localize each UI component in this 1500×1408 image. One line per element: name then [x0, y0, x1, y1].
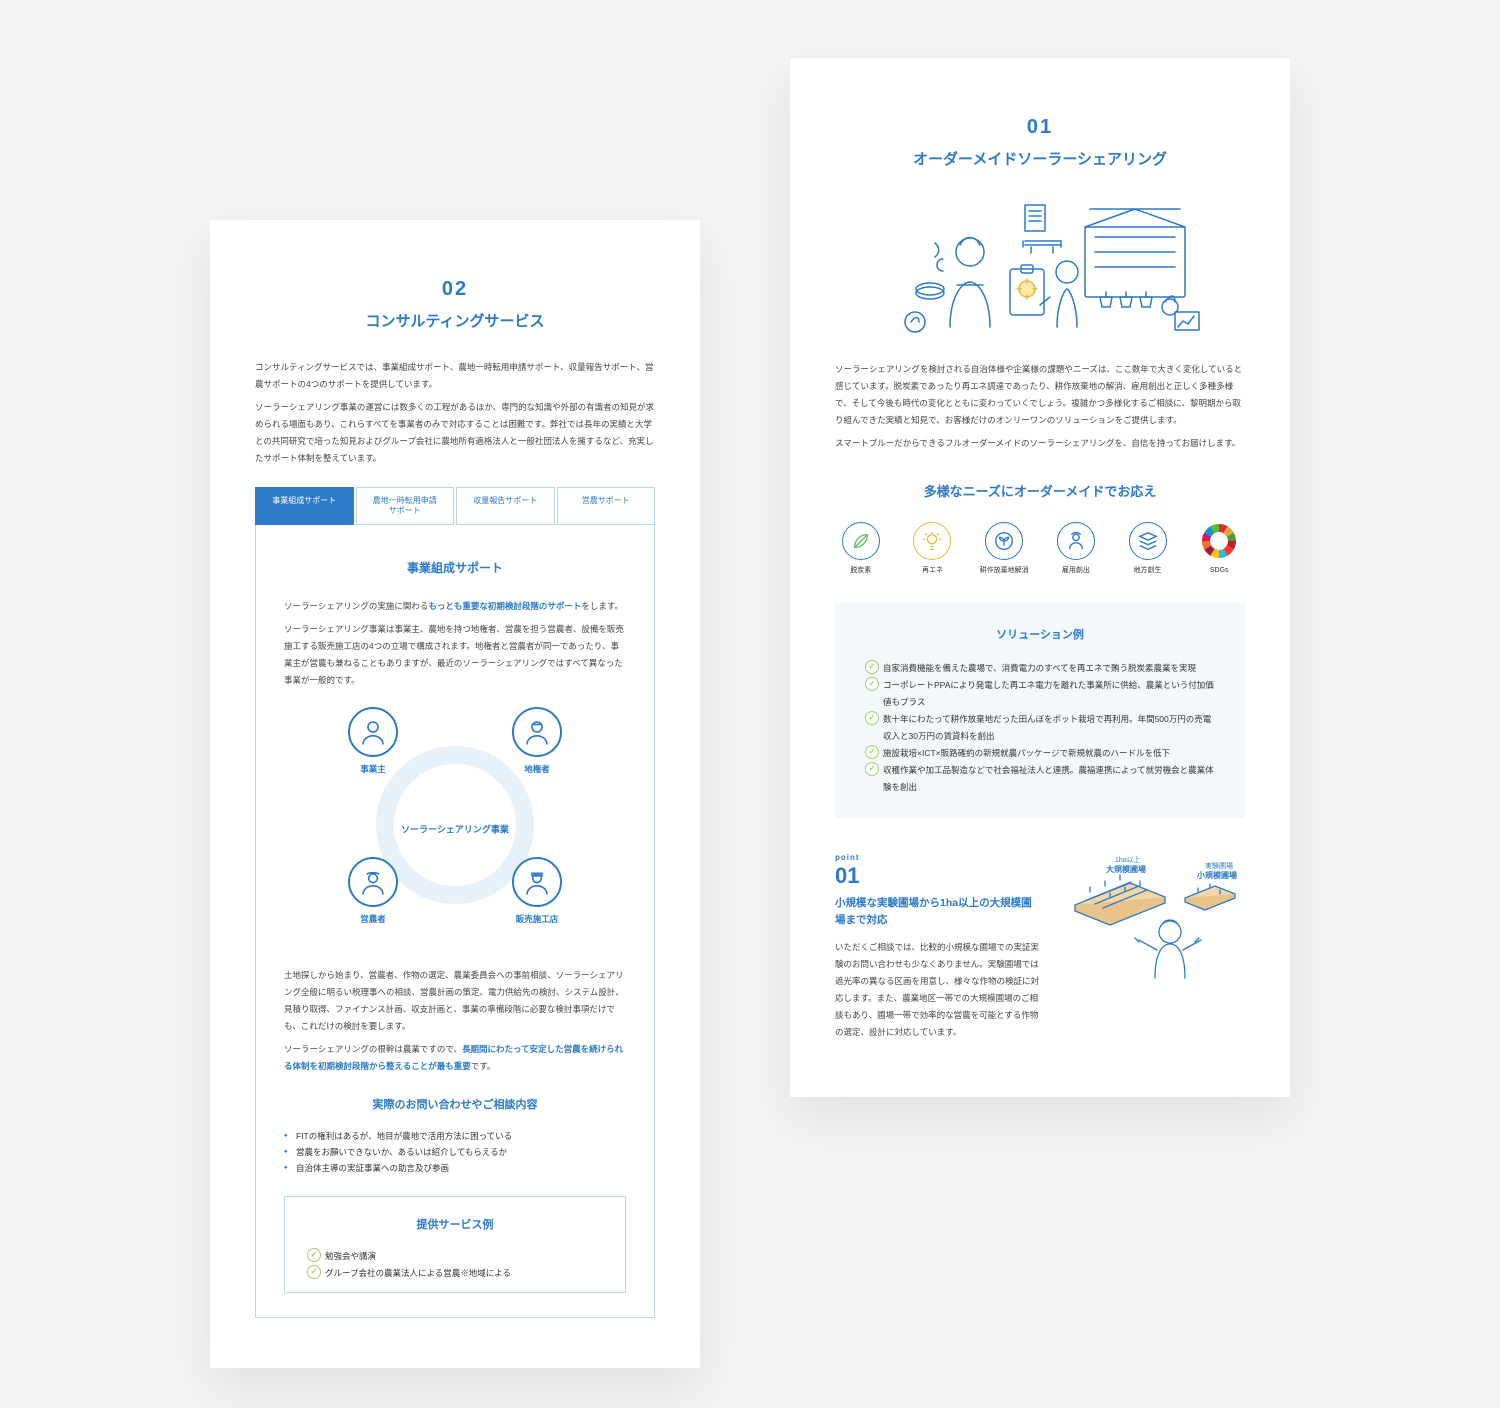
list-item: 自治体主導の実証事業への助言及び参画 — [284, 1160, 626, 1176]
svg-text:小規模圃場: 小規模圃場 — [1196, 870, 1237, 880]
needs-heading: 多様なニーズにオーダーメイドでお応え — [835, 480, 1245, 505]
sprout-icon — [985, 522, 1023, 560]
solutions-title: ソリューション例 — [865, 625, 1215, 646]
node-label: 地権者 — [512, 761, 562, 777]
section-title: コンサルティングサービス — [255, 308, 655, 337]
svg-text:実験圃場: 実験圃場 — [1205, 861, 1233, 870]
intro-paragraph: ソーラーシェアリング事業の運営には数多くの工程があるほか、専門的な知識や外部の有… — [255, 399, 655, 467]
diagram-node-farmer: 営農者 — [348, 857, 398, 927]
solutions-box: ソリューション例 自家消費機能を備えた農場で、消費電力のすべてを再エネで賄う脱炭… — [835, 603, 1245, 818]
person-icon — [348, 707, 398, 757]
need-label: 地方創生 — [1122, 566, 1174, 575]
node-label: 販売施工店 — [512, 911, 562, 927]
person-icon — [512, 857, 562, 907]
solutions-list: 自家消費機能を備えた農場で、消費電力のすべてを再エネで賄う脱炭素農業を実現 コー… — [865, 660, 1215, 796]
tab-farmland-conversion[interactable]: 農地一時転用申請 サポート — [356, 487, 455, 526]
panel-paragraph: ソーラーシェアリング事業は事業主、農地を持つ地権者、営農を担う営農者、設備を販売… — [284, 621, 626, 689]
list-item: 収穫作業や加工品製造などで社会福祉法人と連携。農福連携によって就労機会と農業体験… — [865, 762, 1215, 796]
tab-business-formation[interactable]: 事業組成サポート — [255, 487, 354, 526]
point-number: 01 — [835, 865, 1041, 887]
list-item: コーポレートPPAにより発電した再エネ電力を離れた事業所に供給、農業という付加価… — [865, 677, 1215, 711]
node-label: 事業主 — [348, 761, 398, 777]
leaf-icon — [842, 522, 880, 560]
services-list: 勉強会や講演 グループ会社の農業法人による営農※地域による — [307, 1248, 603, 1282]
intro-paragraph: コンサルティングサービスでは、事業組成サポート、農地一時転用申請サポート、収量報… — [255, 359, 655, 393]
need-regional: 地方創生 — [1122, 522, 1174, 575]
diagram-node-owner: 事業主 — [348, 707, 398, 777]
page-consulting: 02 コンサルティングサービス コンサルティングサービスでは、事業組成サポート、… — [210, 220, 700, 1368]
diagram-center-label: ソーラーシェアリング事業 — [401, 822, 509, 839]
list-item: 施設栽培×ICT×販路確約の新規就農パッケージで新規就農のハードルを低下 — [865, 745, 1215, 762]
panel-title: 事業組成サポート — [284, 557, 626, 580]
services-box: 提供サービス例 勉強会や講演 グループ会社の農業法人による営農※地域による — [284, 1196, 626, 1293]
diagram-node-vendor: 販売施工店 — [512, 857, 562, 927]
need-label: 再エネ — [907, 566, 959, 575]
point-body: いただくご相談では、比較的小規模な圃場での実証実験のお問い合わせも少なくありませ… — [835, 939, 1041, 1041]
layers-icon — [1129, 522, 1167, 560]
support-tabs: 事業組成サポート 農地一時転用申請 サポート 収量報告サポート 営農サポート — [255, 487, 655, 526]
panel-paragraph: ソーラーシェアリングの根幹は農業ですので、長期間にわたって安定した営農を続けられ… — [284, 1041, 626, 1075]
section-number: 01 — [835, 108, 1245, 146]
point-section: point 01 小規模な実験圃場から1ha以上の大規模圃場まで対応 いただくご… — [835, 850, 1245, 1047]
lightbulb-icon — [913, 522, 951, 560]
need-label: 耕作放棄地解消 — [978, 566, 1030, 575]
inquiries-list: FITの権利はあるが、地目が農地で活用方法に困っている 営農をお願いできないか、… — [284, 1128, 626, 1176]
section-number: 02 — [255, 270, 655, 308]
list-item: 自家消費機能を備えた農場で、消費電力のすべてを再エネで賄う脱炭素農業を実現 — [865, 660, 1215, 677]
list-item: 営農をお願いできないか、あるいは紹介してもらえるか — [284, 1144, 626, 1160]
need-sdgs: SDGs — [1193, 522, 1245, 575]
sdgs-wheel-icon — [1200, 522, 1238, 560]
point-title: 小規模な実験圃場から1ha以上の大規模圃場まで対応 — [835, 895, 1041, 929]
person-icon — [1057, 522, 1095, 560]
need-label: 雇用創出 — [1050, 566, 1102, 575]
panel-lead: ソーラーシェアリングの実施に関わるもっとも重要な初期検討段階のサポートをします。 — [284, 598, 626, 615]
point-tag: point — [835, 850, 1041, 865]
need-decarb: 脱炭素 — [835, 522, 887, 575]
node-label: 営農者 — [348, 911, 398, 927]
panel-paragraph: 土地探しから始まり、営農者、作物の選定、農業委員会への事前相談、ソーラーシェアリ… — [284, 967, 626, 1035]
section-title: オーダーメイドソーラーシェアリング — [835, 146, 1245, 175]
tab-farming-support[interactable]: 営農サポート — [557, 487, 656, 526]
intro-paragraph: ソーラーシェアリングを検討される自治体様や企業様の課題やニーズは、ここ数年で大き… — [835, 361, 1245, 429]
list-item: 勉強会や講演 — [307, 1248, 603, 1265]
services-title: 提供サービス例 — [307, 1215, 603, 1236]
list-item: FITの権利はあるが、地目が農地で活用方法に困っている — [284, 1128, 626, 1144]
page-ordermade: 01 オーダーメイドソーラーシェアリング — [790, 58, 1290, 1097]
person-icon — [348, 857, 398, 907]
tab-yield-report[interactable]: 収量報告サポート — [456, 487, 555, 526]
need-employment: 雇用創出 — [1050, 522, 1102, 575]
need-label: 脱炭素 — [835, 566, 887, 575]
need-label: SDGs — [1193, 566, 1245, 575]
list-item: 数十年にわたって耕作放棄地だった田んぼをポット栽培で再利用。年間500万円の売電… — [865, 711, 1215, 745]
svg-text:大規模圃場: 大規模圃場 — [1106, 864, 1146, 874]
person-icon — [512, 707, 562, 757]
stakeholder-diagram: ソーラーシェアリング事業 事業主 地権者 営農者 — [330, 715, 580, 945]
needs-icon-row: 脱炭素 再エネ 耕作放棄地解消 雇用創出 地方創生 — [835, 522, 1245, 575]
inquiries-title: 実際のお問い合わせやご相談内容 — [284, 1095, 626, 1116]
hero-illustration — [875, 197, 1205, 343]
need-abandoned-farmland: 耕作放棄地解消 — [978, 522, 1030, 575]
list-item: グループ会社の農業法人による営農※地域による — [307, 1265, 603, 1282]
need-renewable: 再エネ — [907, 522, 959, 575]
diagram-node-landowner: 地権者 — [512, 707, 562, 777]
tab-panel-business-formation: 事業組成サポート ソーラーシェアリングの実施に関わるもっとも重要な初期検討段階の… — [255, 525, 655, 1318]
intro-paragraph: スマートブルーだからできるフルオーダーメイドのソーラーシェアリングを、自信を持っ… — [835, 435, 1245, 452]
label: 1ha以上 — [1115, 855, 1141, 864]
point-illustration: 1ha以上 大規模圃場 実験圃場 小規模圃場 — [1065, 850, 1245, 986]
